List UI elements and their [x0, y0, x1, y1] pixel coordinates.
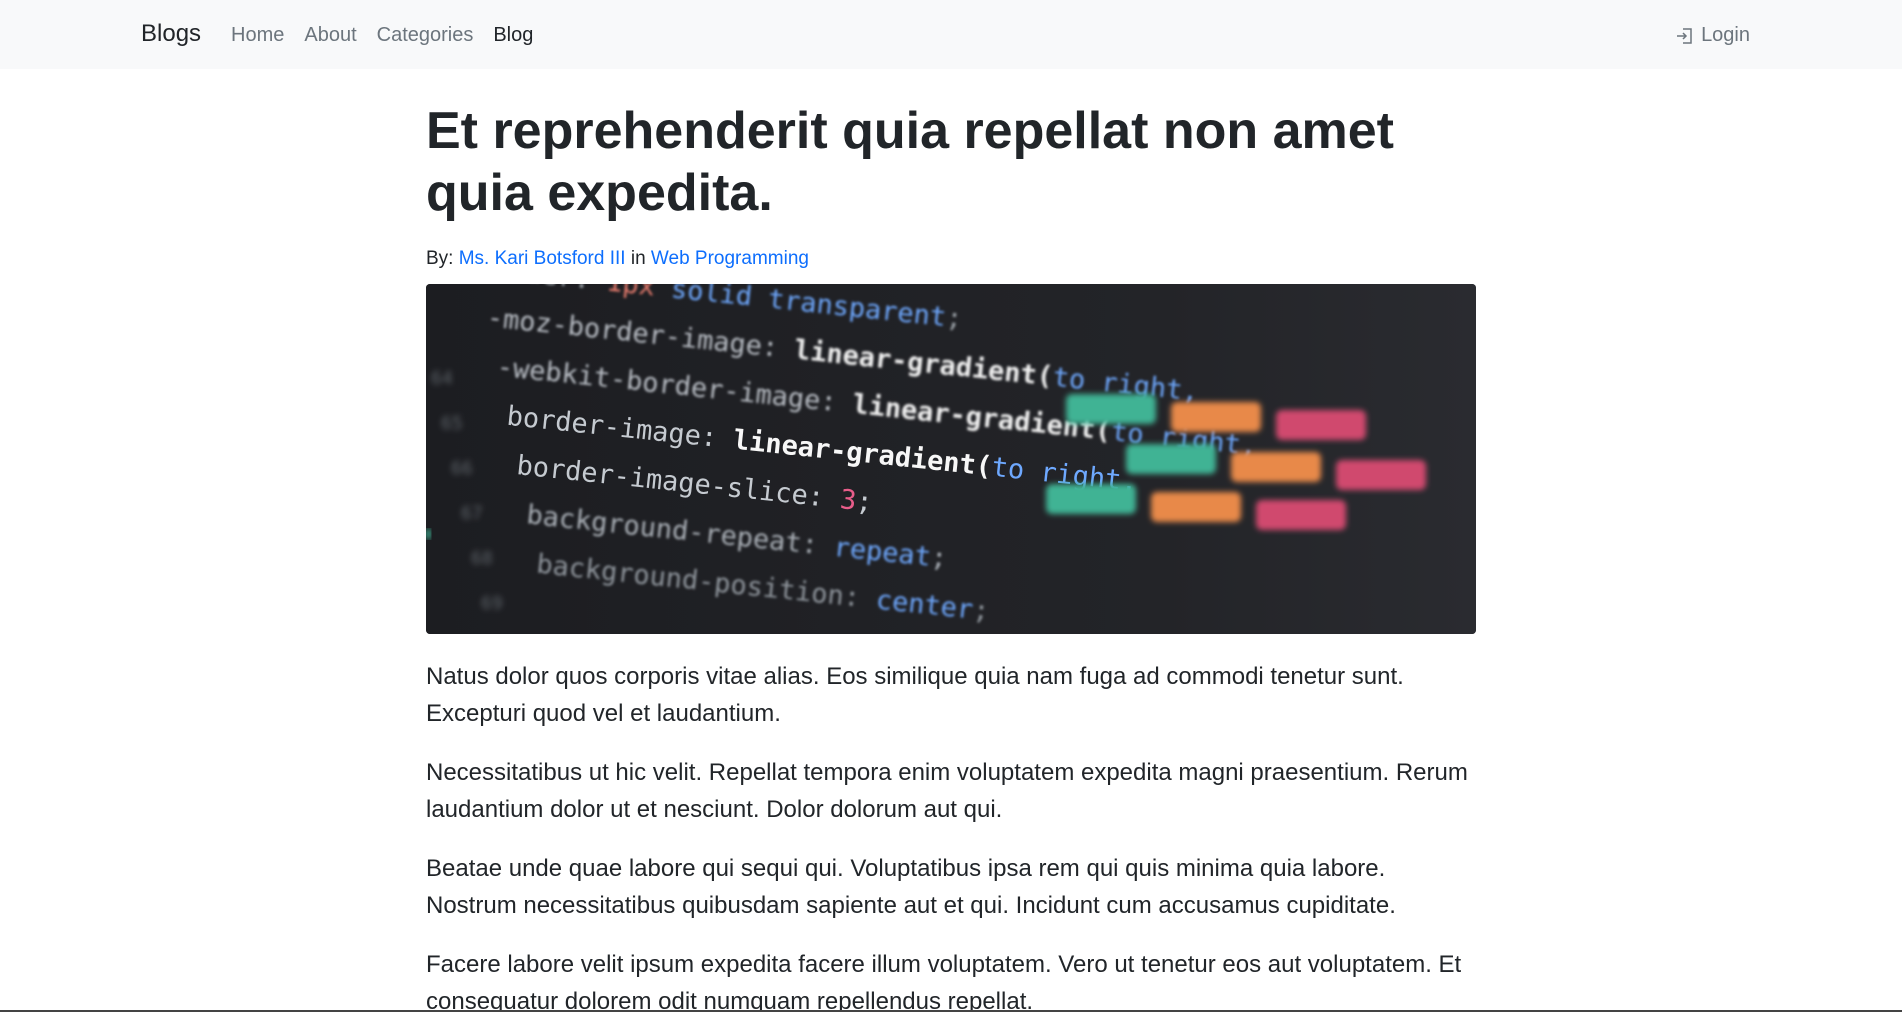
brand-link[interactable]: Blogs: [141, 20, 201, 48]
svg-text:69: 69: [481, 593, 503, 614]
svg-text:64: 64: [431, 368, 453, 389]
byline-in: in: [630, 248, 646, 269]
nav-link-categories[interactable]: Categories: [377, 24, 474, 47]
article-paragraph: Facere labore velit ipsum expedita facer…: [426, 951, 1462, 1012]
author-link[interactable]: Ms. Kari Botsford III: [459, 248, 626, 269]
svg-text:67: 67: [461, 503, 483, 524]
article-meta: By: Ms. Kari Botsford III in Web Program…: [426, 248, 1476, 270]
category-link[interactable]: Web Programming: [651, 248, 809, 269]
svg-text:68: 68: [471, 548, 493, 569]
sign-in-icon: [1677, 27, 1692, 44]
svg-text:65: 65: [441, 413, 463, 434]
article-title: Et reprehenderit quia repellat non amet …: [426, 102, 1394, 222]
nav-link-home[interactable]: Home: [231, 24, 284, 47]
article-cover-image: border: 1px solid transparent; -moz-bord…: [426, 284, 1476, 634]
nav-link-blog[interactable]: Blog: [493, 24, 533, 47]
article-paragraph: Beatae unde quae labore qui sequi qui. V…: [426, 855, 1396, 919]
top-navbar: Blogs Home About Categories Blog Login: [0, 0, 1902, 69]
article: Et reprehenderit quia repellat non amet …: [426, 100, 1476, 1012]
nav-links: Home About Categories Blog: [231, 24, 553, 47]
article-paragraph: Necessitatibus ut hic velit. Repellat te…: [426, 759, 1468, 823]
login-label: Login: [1701, 24, 1750, 46]
byline-prefix: By:: [426, 248, 454, 269]
login-link[interactable]: Login: [1675, 24, 1750, 47]
svg-text:66: 66: [451, 458, 473, 479]
article-paragraph: Natus dolor quos corporis vitae alias. E…: [426, 663, 1404, 727]
nav-link-about[interactable]: About: [304, 24, 356, 47]
